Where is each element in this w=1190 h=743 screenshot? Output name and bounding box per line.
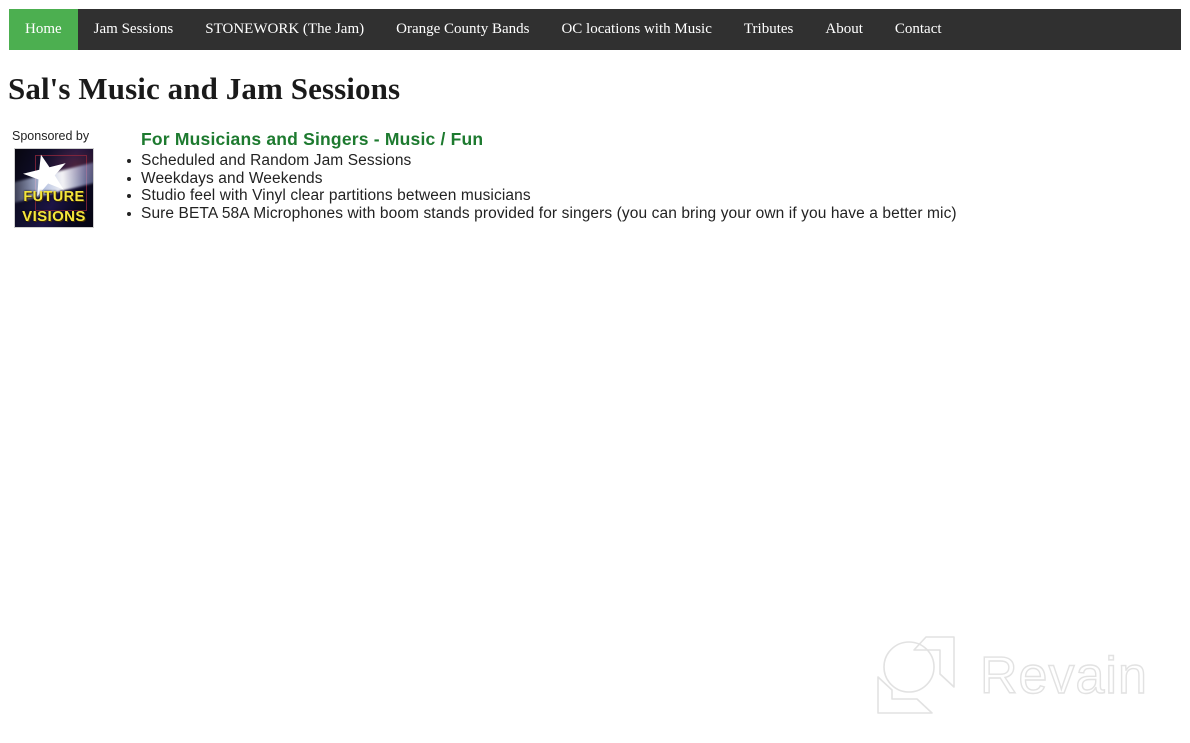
- main-navigation: Home Jam Sessions STONEWORK (The Jam) Or…: [9, 9, 1181, 50]
- nav-item-orange-county-bands[interactable]: Orange County Bands: [380, 9, 545, 50]
- nav-item-oc-locations-with-music[interactable]: OC locations with Music: [545, 9, 727, 50]
- list-item: Weekdays and Weekends: [127, 170, 1180, 188]
- feature-list: Scheduled and Random Jam Sessions Weekda…: [127, 152, 1180, 222]
- revain-logo-icon: [872, 633, 958, 719]
- logo-text-future: FUTURE: [23, 189, 85, 205]
- list-item: Studio feel with Vinyl clear partitions …: [127, 187, 1180, 205]
- list-item: Sure BETA 58A Microphones with boom stan…: [127, 205, 1180, 223]
- section-heading: For Musicians and Singers - Music / Fun: [141, 129, 484, 149]
- nav-item-jam-sessions[interactable]: Jam Sessions: [78, 9, 190, 50]
- main-text-block: For Musicians and Singers - Music / Fun …: [127, 128, 1180, 222]
- revain-watermark: Revain: [872, 631, 1172, 721]
- revain-watermark-text: Revain: [979, 647, 1148, 705]
- list-item: Scheduled and Random Jam Sessions: [127, 152, 1180, 170]
- sponsor-block: Sponsored by FUTURE VISIONS: [8, 128, 108, 228]
- sponsored-by-label: Sponsored by: [12, 129, 90, 143]
- nav-item-about[interactable]: About: [809, 9, 879, 50]
- nav-item-contact[interactable]: Contact: [879, 9, 958, 50]
- nav-item-stonework[interactable]: STONEWORK (The Jam): [189, 9, 380, 50]
- nav-item-home[interactable]: Home: [9, 9, 78, 50]
- future-visions-logo[interactable]: FUTURE VISIONS: [14, 148, 94, 228]
- nav-item-tributes[interactable]: Tributes: [728, 9, 809, 50]
- logo-text-visions: VISIONS: [22, 208, 86, 225]
- page-title: Sal's Music and Jam Sessions: [8, 71, 401, 106]
